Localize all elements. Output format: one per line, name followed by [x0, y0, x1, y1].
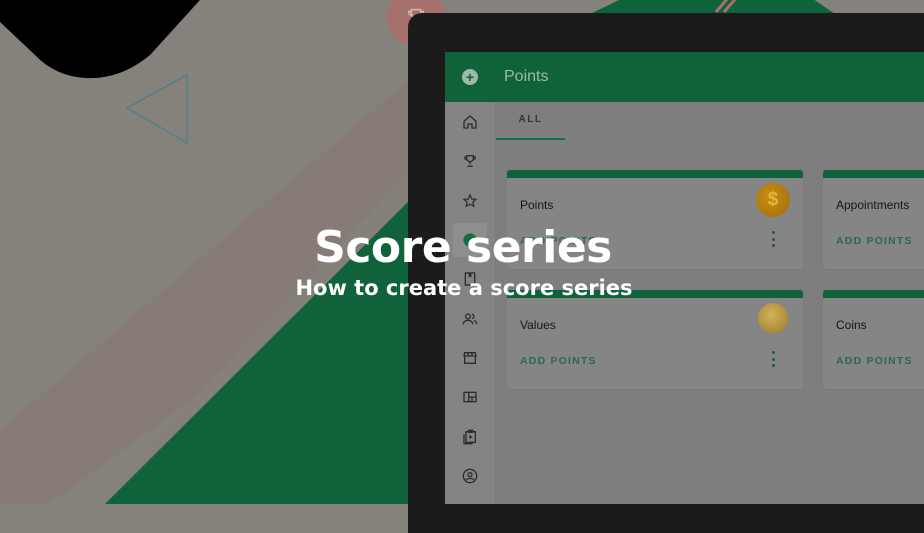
sidebar-item-clipboard[interactable]: [453, 420, 487, 454]
card-title: Points: [520, 198, 554, 212]
star-icon: [462, 193, 478, 209]
add-points-button[interactable]: ADD POINTS: [836, 355, 913, 367]
sidebar-item-dashboard[interactable]: [453, 380, 487, 414]
tab-bar: ALL: [496, 102, 924, 140]
card-title: Appointments: [836, 198, 910, 212]
more-vert-icon[interactable]: [770, 351, 776, 367]
card-title: Coins: [836, 318, 867, 332]
sidebar-item-account[interactable]: [453, 459, 487, 493]
sidebar-item-trophy[interactable]: [453, 144, 487, 178]
dollar-coin-icon: $: [756, 183, 790, 217]
score-card-values[interactable]: Values ADD POINTS: [506, 290, 804, 390]
app-bar: + Points: [445, 52, 924, 102]
home-icon: [462, 114, 478, 130]
sidebar-item-people[interactable]: [453, 302, 487, 336]
card-title: Values: [520, 318, 556, 332]
overlay-subtitle: How to create a score series: [295, 276, 633, 300]
tab-all[interactable]: ALL: [496, 102, 565, 140]
add-points-button[interactable]: ADD POINTS: [520, 355, 597, 367]
sidebar-item-star[interactable]: [453, 184, 487, 218]
overlay-title: Score series: [314, 222, 612, 273]
dashboard-icon: [462, 389, 478, 405]
card-accent-bar: [507, 170, 803, 178]
store-icon: [462, 350, 478, 366]
account-circle-icon: [462, 468, 478, 484]
score-card-coins[interactable]: Coins ADD POINTS: [822, 290, 924, 390]
top-green-shape: [590, 0, 835, 14]
sidebar: [445, 102, 496, 504]
sidebar-item-home[interactable]: [453, 105, 487, 139]
app-title: Points: [504, 68, 549, 85]
people-icon: [462, 311, 478, 327]
sidebar-item-store[interactable]: [453, 341, 487, 375]
gold-coin-icon: [758, 303, 788, 333]
clipboard-play-icon: [462, 429, 478, 445]
add-circle-icon[interactable]: +: [462, 69, 478, 85]
trophy-icon: [462, 153, 478, 169]
card-accent-bar: [823, 170, 924, 178]
